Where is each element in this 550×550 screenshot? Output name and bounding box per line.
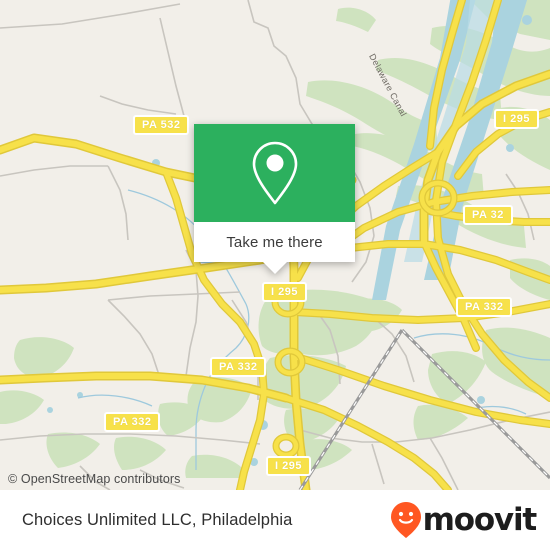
- moovit-map-screenshot: Delaware Canal PA 532 I 295 PA 32 I 295 …: [0, 0, 550, 550]
- place-popup-card[interactable]: Take me there: [194, 124, 355, 274]
- popup-pointer-tail: [261, 261, 288, 274]
- shield-pa-532[interactable]: PA 532: [133, 115, 190, 135]
- popup-footer[interactable]: Take me there: [194, 222, 355, 274]
- shield-i-295-top[interactable]: I 295: [494, 109, 539, 129]
- osm-attribution[interactable]: © OpenStreetMap contributors: [8, 472, 181, 486]
- shield-pa-332-center[interactable]: PA 332: [210, 357, 267, 377]
- moovit-smiley-pin-icon: [390, 502, 421, 538]
- place-caption: Choices Unlimited LLC, Philadelphia: [22, 510, 293, 529]
- shield-pa-332-left[interactable]: PA 332: [104, 412, 161, 432]
- shield-i-295-bottom[interactable]: I 295: [266, 456, 311, 476]
- location-pin-icon: [252, 141, 297, 205]
- bottom-bar: Choices Unlimited LLC, Philadelphia moov…: [0, 490, 550, 550]
- shield-i-295-mid[interactable]: I 295: [262, 282, 307, 302]
- moovit-wordmark: moovit: [422, 501, 538, 538]
- shield-pa-32[interactable]: PA 32: [463, 205, 513, 225]
- popup-image-placeholder: [194, 124, 355, 222]
- take-me-there-button[interactable]: Take me there: [226, 234, 322, 251]
- moovit-logo[interactable]: moovit: [390, 501, 538, 539]
- shield-pa-332-right[interactable]: PA 332: [456, 297, 513, 317]
- map-canvas[interactable]: Delaware Canal PA 532 I 295 PA 32 I 295 …: [0, 0, 550, 490]
